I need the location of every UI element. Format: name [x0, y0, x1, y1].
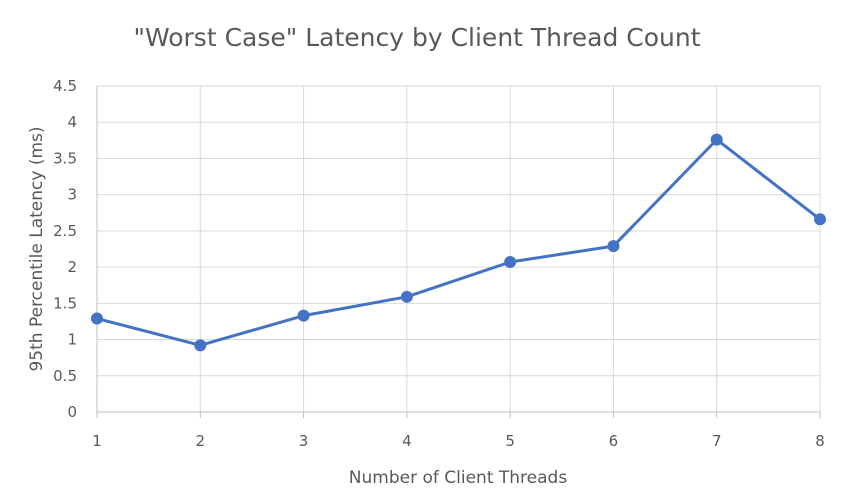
data-point — [710, 133, 723, 146]
axes — [96, 86, 821, 418]
x-axis-label: Number of Client Threads — [349, 468, 568, 488]
x-tick-labels: 1 2 3 4 5 6 7 8 — [92, 432, 825, 450]
data-point — [194, 339, 207, 352]
x-tick-label: 7 — [712, 432, 722, 450]
y-tick-label: 2 — [67, 258, 77, 276]
x-tick-label: 6 — [609, 432, 619, 450]
data-point — [297, 309, 310, 322]
chart-title: "Worst Case" Latency by Client Thread Co… — [133, 23, 700, 52]
line-chart: "Worst Case" Latency by Client Thread Co… — [27, 23, 826, 488]
data-point — [814, 213, 826, 226]
x-tick-label: 4 — [402, 432, 412, 450]
y-tick-label: 3 — [67, 186, 77, 204]
y-tick-label: 3.5 — [53, 149, 77, 167]
data-point — [504, 256, 517, 269]
data-point — [91, 312, 103, 325]
y-tick-label: 4.5 — [53, 77, 77, 95]
y-tick-label: 4 — [67, 113, 77, 131]
x-tick-label: 5 — [505, 432, 515, 450]
x-tick-label: 2 — [196, 432, 206, 450]
data-point — [400, 290, 413, 303]
x-tick-label: 3 — [299, 432, 309, 450]
y-tick-label: 2.5 — [53, 222, 77, 240]
y-tick-label: 0.5 — [53, 367, 77, 385]
data-point — [607, 240, 620, 253]
series-group — [91, 133, 826, 352]
y-tick-label: 1 — [67, 331, 77, 349]
x-tick-label: 8 — [815, 432, 825, 450]
series-line — [96, 138, 821, 347]
y-tick-labels: 0 0.5 1 1.5 2 2.5 3 3.5 4 4.5 — [53, 77, 77, 421]
x-tick-label: 1 — [92, 432, 102, 450]
y-axis-label: 95th Percentile Latency (ms) — [27, 126, 47, 371]
y-tick-label: 1.5 — [53, 294, 77, 312]
gridlines — [97, 85, 821, 412]
y-tick-label: 0 — [67, 403, 77, 421]
